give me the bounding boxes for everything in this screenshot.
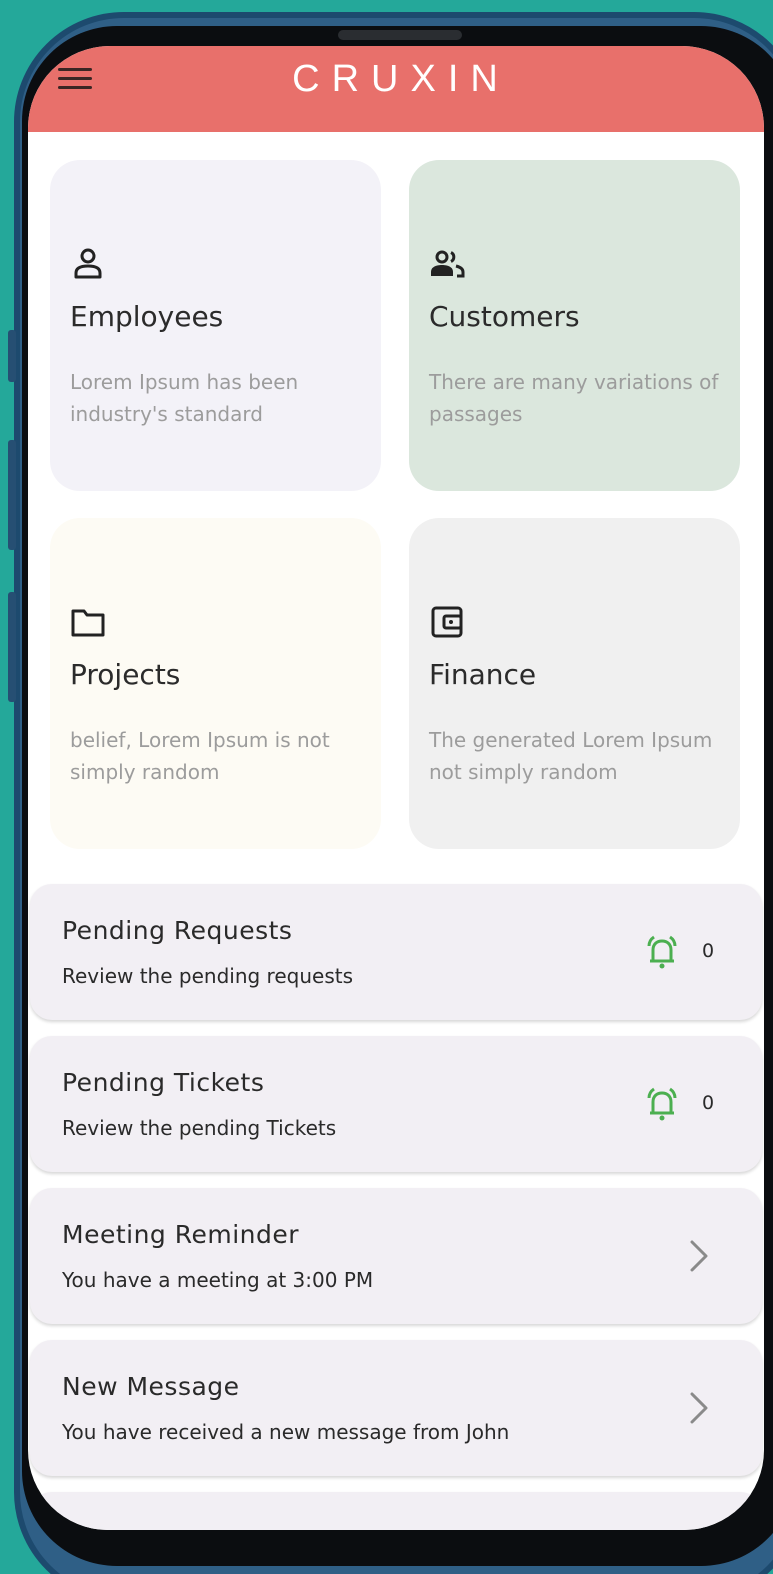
phone-side-button xyxy=(8,592,16,702)
list-item-title: New Message xyxy=(62,1372,240,1401)
list-item-subtitle: You have received a new message from Joh… xyxy=(62,1420,510,1444)
card-title: Finance xyxy=(429,658,537,691)
card-description: belief, Lorem Ipsum is not simply random xyxy=(70,728,330,784)
card-finance[interactable]: Finance The generated Lorem Ipsum not si… xyxy=(409,518,740,849)
list-item-title: Pending Requests xyxy=(62,916,293,945)
chevron-right-icon[interactable] xyxy=(684,1388,714,1428)
list-item-meeting-reminder[interactable]: Meeting Reminder You have a meeting at 3… xyxy=(30,1188,762,1324)
list-item-pending-requests[interactable]: Pending Requests Review the pending requ… xyxy=(30,884,762,1020)
list-item-pending-tickets[interactable]: Pending Tickets Review the pending Ticke… xyxy=(30,1036,762,1172)
card-title: Employees xyxy=(70,300,224,333)
card-description: Lorem Ipsum has been industry's standard xyxy=(70,370,299,426)
chevron-right-icon[interactable] xyxy=(684,1236,714,1276)
pending-count: 0 xyxy=(702,940,715,962)
card-description: The generated Lorem Ipsum not simply ran… xyxy=(429,728,713,784)
app-title: CRUXIN xyxy=(292,58,510,100)
people-icon xyxy=(431,250,465,278)
list-item-title: Meeting Reminder xyxy=(62,1220,300,1249)
list-item-subtitle: You have a meeting at 3:00 PM xyxy=(62,1268,374,1292)
list-item-subtitle: Review the pending requests xyxy=(62,964,353,988)
pending-count: 0 xyxy=(702,1092,715,1114)
card-projects[interactable]: Projects belief, Lorem Ipsum is not simp… xyxy=(50,518,381,849)
list-item-new-message[interactable]: New Message You have received a new mess… xyxy=(30,1340,762,1476)
card-employees[interactable]: Employees Lorem Ipsum has been industry'… xyxy=(50,160,381,491)
wallet-icon xyxy=(431,606,463,638)
folder-icon xyxy=(71,609,105,637)
phone-side-button xyxy=(8,440,16,550)
card-customers[interactable]: Customers There are many variations of p… xyxy=(409,160,740,491)
list-item-partial[interactable] xyxy=(30,1492,762,1530)
list-item-title: Pending Tickets xyxy=(62,1068,265,1097)
card-title: Customers xyxy=(429,300,580,333)
list-item-subtitle: Review the pending Tickets xyxy=(62,1116,337,1140)
person-icon xyxy=(74,248,102,279)
alarm-bell-icon xyxy=(647,1087,677,1121)
app-header: CRUXIN xyxy=(28,46,764,132)
phone-notch xyxy=(338,30,462,40)
phone-side-button xyxy=(8,330,16,382)
card-description: There are many variations of passages xyxy=(429,370,719,426)
app-screen: CRUXIN Employees Lorem Ipsum has been in… xyxy=(28,46,764,1530)
alarm-bell-icon xyxy=(647,935,677,969)
card-title: Projects xyxy=(70,658,181,691)
